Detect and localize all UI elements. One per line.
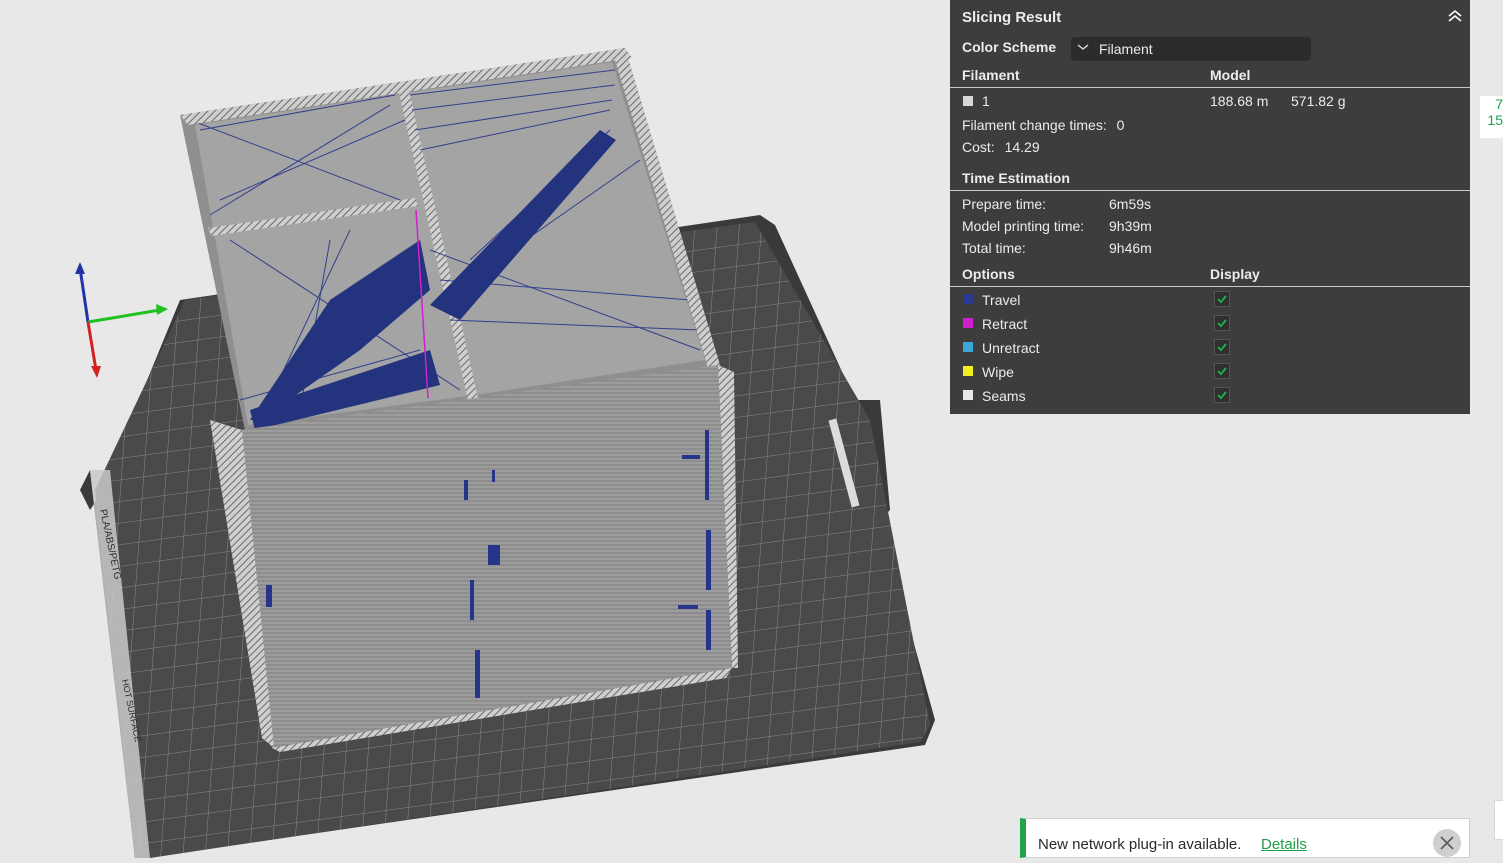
option-color-swatch — [963, 390, 973, 400]
option-color-swatch — [963, 342, 973, 352]
axes-gizmo — [75, 262, 168, 378]
check-icon — [1217, 367, 1227, 376]
color-scheme-label: Color Scheme — [962, 39, 1057, 55]
divider — [950, 190, 1470, 191]
model-time-value: 9h39m — [1109, 218, 1152, 234]
option-label: Retract — [982, 316, 1028, 332]
option-row-retract: Retract — [950, 315, 1470, 338]
sliced-model — [180, 48, 738, 752]
color-scheme-value: Filament — [1099, 41, 1153, 57]
display-checkbox[interactable] — [1214, 387, 1230, 403]
divider — [950, 286, 1470, 287]
option-color-swatch — [963, 294, 973, 304]
divider — [950, 87, 1470, 88]
option-label: Unretract — [982, 340, 1040, 356]
filament-change-row: Filament change times: 0 — [962, 117, 1470, 133]
filament-color-swatch — [963, 96, 973, 106]
model-header: Model — [1210, 67, 1251, 83]
cost-label: Cost: — [962, 139, 995, 155]
edge-number: 7 — [1495, 96, 1503, 112]
filament-header: Filament — [962, 67, 1020, 83]
time-estimation-header: Time Estimation — [962, 170, 1070, 186]
chevron-down-icon — [1077, 40, 1089, 56]
filament-change-value: 0 — [1116, 117, 1125, 133]
check-icon — [1217, 343, 1227, 352]
display-checkbox[interactable] — [1214, 363, 1230, 379]
check-icon — [1217, 391, 1227, 400]
option-row-travel: Travel — [950, 291, 1470, 314]
model-time-label: Model printing time: — [962, 218, 1085, 234]
check-icon — [1217, 295, 1227, 304]
edge-numbers: 7 15 — [1480, 96, 1503, 138]
total-time-label: Total time: — [962, 240, 1026, 256]
notification-text: New network plug-in available. — [1038, 836, 1242, 853]
option-label: Travel — [982, 292, 1021, 308]
option-label: Wipe — [982, 364, 1014, 380]
display-checkbox[interactable] — [1214, 291, 1230, 307]
cost-row: Cost: 14.29 — [962, 139, 1470, 155]
filament-weight: 571.82 g — [1291, 93, 1346, 109]
display-checkbox[interactable] — [1214, 315, 1230, 331]
notification-bar: New network plug-in available. Details — [1020, 818, 1470, 858]
display-header: Display — [1210, 266, 1260, 282]
option-row-unretract: Unretract — [950, 339, 1470, 362]
check-icon — [1217, 319, 1227, 328]
prepare-time-label: Prepare time: — [962, 196, 1047, 212]
option-row-seams: Seams — [950, 387, 1470, 410]
option-color-swatch — [963, 366, 973, 376]
panel-title: Slicing Result — [962, 9, 1062, 26]
option-label: Seams — [982, 388, 1026, 404]
side-panel-edge — [1494, 800, 1503, 840]
prepare-time-value: 6m59s — [1109, 196, 1152, 212]
cost-value: 14.29 — [1004, 139, 1040, 155]
options-header: Options — [962, 266, 1015, 282]
collapse-icon[interactable] — [1446, 8, 1464, 24]
notification-details-link[interactable]: Details — [1261, 836, 1307, 853]
option-row-wipe: Wipe — [950, 363, 1470, 386]
close-icon[interactable] — [1433, 829, 1461, 857]
slicing-result-panel: Slicing Result Color Scheme Filament Fil… — [950, 0, 1470, 414]
filament-row: 1 188.68 m 571.82 g — [950, 93, 1470, 113]
display-checkbox[interactable] — [1214, 339, 1230, 355]
color-scheme-dropdown[interactable]: Filament — [1071, 37, 1311, 61]
total-time-value: 9h46m — [1109, 240, 1152, 256]
filament-length: 188.68 m — [1210, 93, 1269, 109]
filament-id: 1 — [982, 93, 990, 109]
filament-change-label: Filament change times: — [962, 117, 1107, 133]
edge-number: 15 — [1487, 112, 1503, 128]
option-color-swatch — [963, 318, 973, 328]
